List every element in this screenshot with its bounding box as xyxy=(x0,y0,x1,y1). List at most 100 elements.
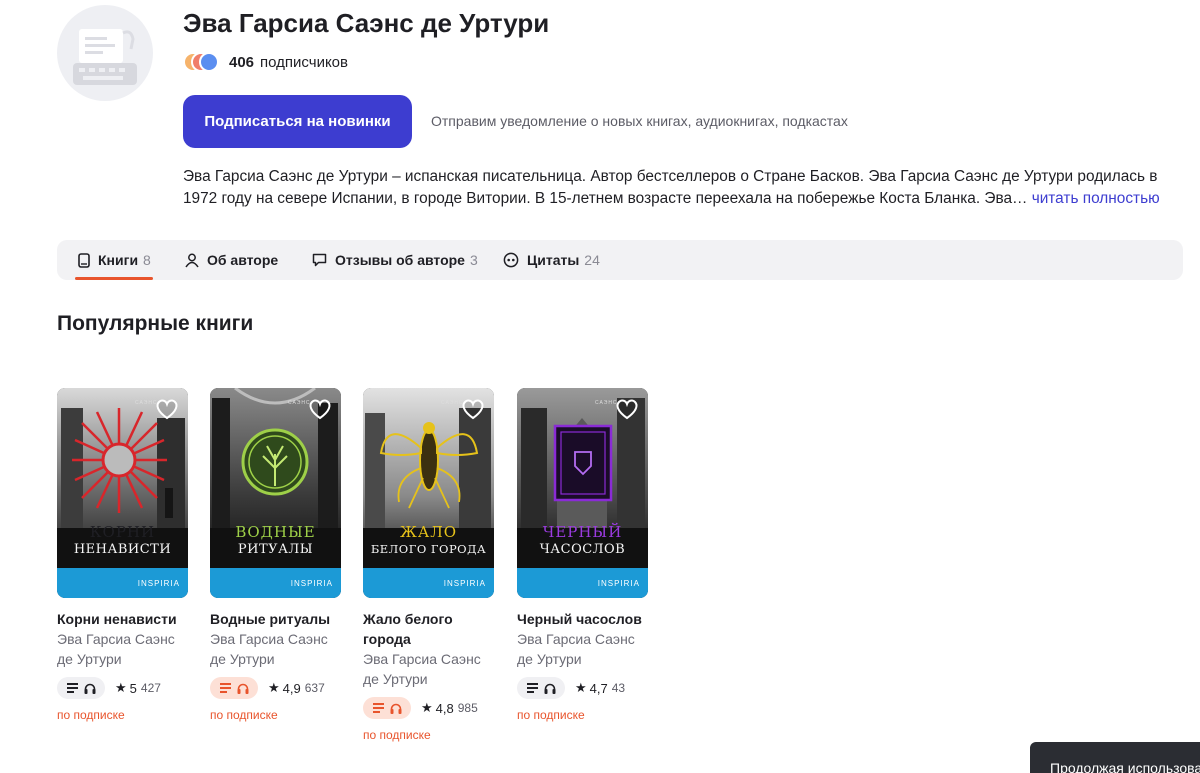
star-icon: ★ xyxy=(268,680,280,695)
cover-title-line1: ВОДНЫЕ xyxy=(235,523,316,541)
cover-title-line2: НЕНАВИСТИ xyxy=(73,542,172,557)
book-cover[interactable]: САЭНС КОРНИ НЕНАВИСТИ INSPIRIA xyxy=(57,388,188,598)
subscribers-label: подписчиков xyxy=(260,53,348,71)
book-author[interactable]: Эва Гарсиа Саэнс де Уртури xyxy=(517,629,649,669)
book-title[interactable]: Водные ритуалы xyxy=(210,609,342,629)
subscriber-avatar xyxy=(199,52,219,72)
availability-label: по подписке xyxy=(57,708,125,722)
publisher-strip: INSPIRIA xyxy=(517,568,648,598)
publisher-strip: INSPIRIA xyxy=(210,568,341,598)
tab-label: Цитаты xyxy=(527,252,580,268)
text-format-icon xyxy=(526,683,538,693)
publisher-label: INSPIRIA xyxy=(597,578,640,588)
book-cover[interactable]: САЭНС ЖАЛО БЕЛОГО ГОРОДА INSPIRIA xyxy=(363,388,494,598)
star-icon: ★ xyxy=(115,680,127,695)
publisher-strip: INSPIRIA xyxy=(57,568,188,598)
tab-books[interactable]: Книги 8 xyxy=(78,240,151,280)
text-format-icon xyxy=(372,703,384,713)
subscribe-button[interactable]: Подписаться на новинки xyxy=(183,95,412,148)
book-rating: ★ 5 427 xyxy=(115,680,161,696)
cover-title-line2: ЧАСОСЛОВ xyxy=(539,542,626,557)
person-icon xyxy=(185,253,199,267)
book-meta: ★ 4,8 985 xyxy=(363,697,495,719)
publisher-label: INSPIRIA xyxy=(443,578,486,588)
tab-label: Об авторе xyxy=(207,252,279,268)
star-icon: ★ xyxy=(421,700,433,715)
rating-value: 4,8 xyxy=(435,700,454,716)
rating-count: 43 xyxy=(611,681,626,695)
tab-label: Книги xyxy=(98,252,139,268)
book-card: САЭНС КОРНИ НЕНАВИСТИ INSPIRIA Корни нен… xyxy=(57,388,189,722)
heart-icon[interactable] xyxy=(460,396,486,422)
comment-icon xyxy=(312,253,327,267)
heart-icon[interactable] xyxy=(154,396,180,422)
tab-count: 8 xyxy=(143,252,151,268)
book-title[interactable]: Корни ненависти xyxy=(57,609,189,629)
typewriter-icon xyxy=(73,29,137,85)
book-author[interactable]: Эва Гарсиа Саэнс де Уртури xyxy=(210,629,342,669)
publisher-label: INSPIRIA xyxy=(137,578,180,588)
heart-icon[interactable] xyxy=(614,396,640,422)
book-icon xyxy=(78,252,90,268)
headphones-icon xyxy=(544,683,555,694)
author-bio: Эва Гарсиа Саэнс де Уртури – испанская п… xyxy=(183,166,1183,210)
bio-line: 1972 году на севере Испании, в городе Ви… xyxy=(183,188,1183,210)
book-rating: ★ 4,9 637 xyxy=(268,680,325,696)
tab-reviews[interactable]: Отзывы об авторе 3 xyxy=(312,240,478,280)
active-tab-indicator xyxy=(75,277,153,280)
author-tabs: Книги 8 Об авторе Отзывы об авторе 3 Цитат… xyxy=(57,240,1183,280)
book-meta: ★ 5 427 xyxy=(57,677,189,699)
book-cover[interactable]: САЭНС ВОДНЫЕ РИТУАЛЫ INSPIRIA xyxy=(210,388,341,598)
book-author[interactable]: Эва Гарсиа Саэнс де Уртури xyxy=(57,629,189,669)
cover-title-line2: БЕЛОГО ГОРОДА xyxy=(370,542,487,556)
format-pill xyxy=(57,677,105,699)
book-rating: ★ 4,8 985 xyxy=(421,700,478,716)
cookie-banner[interactable]: Продолжая использова xyxy=(1030,742,1200,773)
availability-label: по подписке xyxy=(210,708,278,722)
rating-value: 4,9 xyxy=(282,680,301,696)
subscribers-count: 406 xyxy=(229,53,255,71)
publisher-strip: INSPIRIA xyxy=(363,568,494,598)
author-avatar xyxy=(57,5,153,101)
rating-count: 637 xyxy=(304,681,325,695)
rating-value: 5 xyxy=(129,680,137,696)
rating-count: 985 xyxy=(457,701,478,715)
format-pill xyxy=(363,697,411,719)
tab-about-author[interactable]: Об авторе xyxy=(185,240,278,280)
format-pill xyxy=(210,677,258,699)
tab-label: Отзывы об авторе xyxy=(335,252,465,268)
format-pill xyxy=(517,677,565,699)
book-title[interactable]: Жало белого города xyxy=(363,609,495,649)
heart-icon[interactable] xyxy=(307,396,333,422)
cover-title-line1: ЧЕРНЫЙ xyxy=(542,523,623,541)
section-title: Популярные книги xyxy=(57,312,254,335)
cover-title-line2: РИТУАЛЫ xyxy=(237,542,314,557)
tab-count: 3 xyxy=(469,252,478,268)
book-card: САЭНС ВОДНЫЕ РИТУАЛЫ INSPIRIA Водные рит… xyxy=(210,388,342,722)
cover-title-line1: КОРНИ xyxy=(89,523,156,541)
tab-count: 24 xyxy=(584,252,600,268)
bio-text: 1972 году на севере Испании, в городе Ви… xyxy=(183,190,1028,207)
author-name: Эва Гарсиа Саэнс де Уртури xyxy=(183,8,550,38)
book-cover[interactable]: САЭНС ЧЕРНЫЙ ЧАСОСЛОВ INSPIRIA xyxy=(517,388,648,598)
availability-label: по подписке xyxy=(363,728,431,742)
read-more-link[interactable]: читать полностью xyxy=(1032,190,1160,207)
availability-label: по подписке xyxy=(517,708,585,722)
book-author[interactable]: Эва Гарсиа Саэнс де Уртури xyxy=(363,649,495,689)
headphones-icon xyxy=(390,703,401,714)
rating-value: 4,7 xyxy=(589,680,608,696)
tab-quotes[interactable]: Цитаты 24 xyxy=(503,240,600,280)
headphones-icon xyxy=(237,683,248,694)
bio-line: Эва Гарсиа Саэнс де Уртури – испанская п… xyxy=(183,168,1158,185)
cover-title-line1: ЖАЛО xyxy=(399,523,458,541)
subscribe-note: Отправим уведомление о новых книгах, ауд… xyxy=(431,113,848,129)
book-title[interactable]: Черный часослов xyxy=(517,609,649,629)
headphones-icon xyxy=(84,683,95,694)
text-format-icon xyxy=(66,683,78,693)
quote-icon xyxy=(503,252,519,268)
publisher-label: INSPIRIA xyxy=(290,578,333,588)
rating-count: 427 xyxy=(140,681,161,695)
star-icon: ★ xyxy=(575,680,587,695)
book-meta: ★ 4,7 43 xyxy=(517,677,649,699)
book-rating: ★ 4,7 43 xyxy=(575,680,625,696)
